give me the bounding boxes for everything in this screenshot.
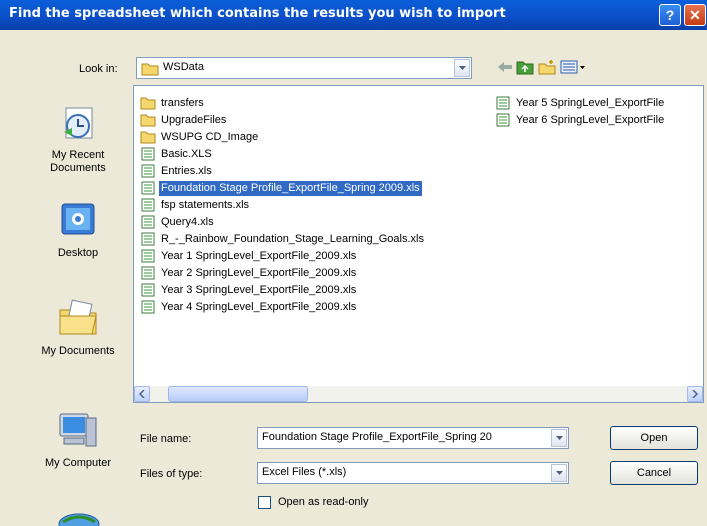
excel-file-icon (141, 198, 155, 212)
places-label: Desktop (57, 247, 99, 259)
look-in-dropdown[interactable]: WSData (136, 57, 472, 79)
places-label: My Computer (44, 457, 112, 469)
list-item[interactable]: R_-_Rainbow_Foundation_Stage_Learning_Go… (140, 231, 426, 247)
list-item[interactable]: Basic.XLS (140, 146, 214, 162)
file-name: R_-_Rainbow_Foundation_Stage_Learning_Go… (161, 232, 424, 245)
close-button[interactable]: ✕ (684, 4, 706, 26)
excel-file-icon (141, 300, 155, 314)
horizontal-scrollbar[interactable] (134, 386, 703, 402)
title-bar: Find the spreadsheet which contains the … (0, 0, 707, 30)
file-name: Basic.XLS (161, 147, 212, 160)
dialog-title: Find the spreadsheet which contains the … (9, 6, 506, 21)
list-item[interactable]: Entries.xls (140, 163, 214, 179)
places-item-my-computer[interactable]: My Computer (33, 410, 123, 470)
file-name: Year 2 SpringLevel_ExportFile_2009.xls (161, 266, 357, 279)
list-item[interactable]: Year 4 SpringLevel_ExportFile_2009.xls (140, 299, 358, 315)
excel-file-icon (141, 283, 155, 297)
back-icon[interactable] (496, 59, 514, 75)
list-item[interactable]: transfers (140, 95, 206, 111)
file-name: Year 5 SpringLevel_ExportFile (516, 96, 665, 109)
views-menu-icon[interactable] (560, 59, 586, 75)
desktop-icon (61, 203, 95, 235)
places-bar: My Recent Documents Desktop My Documents… (33, 92, 123, 526)
network-places-icon (58, 513, 100, 526)
file-name: WSUPG CD_Image (161, 130, 259, 143)
places-label: My Documents (41, 345, 115, 357)
chevron-down-icon[interactable] (551, 464, 567, 482)
excel-file-icon (141, 249, 155, 263)
chevron-right-icon (692, 390, 698, 398)
file-name-input[interactable]: Foundation Stage Profile_ExportFile_Spri… (257, 427, 569, 449)
cancel-button[interactable]: Cancel (610, 461, 698, 485)
file-name: Year 3 SpringLevel_ExportFile_2009.xls (161, 283, 357, 296)
excel-file-icon (141, 215, 155, 229)
excel-file-icon (141, 232, 155, 246)
places-item-recent[interactable]: My Recent Documents (33, 102, 123, 175)
chevron-down-icon[interactable] (551, 429, 567, 447)
scrollbar-thumb[interactable] (168, 386, 308, 402)
look-in-value: WSData (163, 61, 204, 73)
help-icon: ? (665, 7, 675, 23)
places-label: My Recent Documents (50, 149, 106, 174)
recent-documents-icon (64, 107, 93, 139)
places-item-desktop[interactable]: Desktop (33, 200, 123, 260)
read-only-checkbox[interactable] (258, 496, 271, 509)
list-item[interactable]: Query4.xls (140, 214, 216, 230)
file-name: Year 1 SpringLevel_ExportFile_2009.xls (161, 249, 357, 262)
files-of-type-value: Excel Files (*.xls) (262, 466, 347, 478)
folder-icon (141, 63, 159, 76)
help-button[interactable]: ? (659, 4, 681, 26)
places-item-network[interactable] (57, 508, 101, 526)
excel-file-icon (496, 96, 510, 110)
files-of-type-dropdown[interactable]: Excel Files (*.xls) (257, 462, 569, 484)
excel-file-icon (141, 266, 155, 280)
list-item[interactable]: Year 3 SpringLevel_ExportFile_2009.xls (140, 282, 358, 298)
list-item[interactable]: Year 1 SpringLevel_ExportFile_2009.xls (140, 248, 358, 264)
chevron-down-icon[interactable] (454, 59, 470, 77)
my-documents-icon (59, 299, 97, 335)
read-only-label: Open as read-only (278, 496, 369, 508)
file-name: Entries.xls (161, 164, 212, 177)
up-folder-icon[interactable] (516, 59, 534, 75)
new-folder-icon[interactable] (538, 59, 556, 75)
list-item[interactable]: Year 2 SpringLevel_ExportFile_2009.xls (140, 265, 358, 281)
chevron-left-icon (139, 390, 145, 398)
folder-icon (140, 114, 156, 127)
list-item[interactable]: Year 5 SpringLevel_ExportFile (495, 95, 666, 111)
folder-icon (140, 97, 156, 110)
list-item[interactable]: UpgradeFiles (140, 112, 228, 128)
scroll-right-button[interactable] (687, 386, 703, 402)
file-name-value[interactable]: Foundation Stage Profile_ExportFile_Spri… (262, 431, 548, 443)
list-item[interactable]: fsp statements.xls (140, 197, 251, 213)
excel-file-icon (496, 113, 510, 127)
folder-icon (140, 131, 156, 144)
close-icon: ✕ (689, 7, 701, 23)
look-in-label: Look in: (79, 63, 118, 75)
file-list[interactable]: transfers UpgradeFiles WSUPG CD_Image Ba… (133, 85, 704, 403)
files-of-type-label: Files of type: (140, 468, 203, 480)
file-name: UpgradeFiles (161, 113, 227, 126)
places-item-my-documents[interactable]: My Documents (33, 298, 123, 358)
list-item-selected[interactable]: Foundation Stage Profile_ExportFile_Spri… (140, 180, 422, 196)
file-name: Foundation Stage Profile_ExportFile_Spri… (159, 180, 422, 196)
file-name: transfers (161, 96, 204, 109)
list-item[interactable]: WSUPG CD_Image (140, 129, 260, 145)
excel-file-icon (141, 181, 155, 195)
file-name-label: File name: (140, 433, 192, 445)
file-name: Query4.xls (161, 215, 214, 228)
my-computer-icon (59, 413, 97, 447)
open-button[interactable]: Open (610, 426, 698, 450)
excel-file-icon (141, 147, 155, 161)
file-name: fsp statements.xls (161, 198, 250, 211)
scroll-left-button[interactable] (134, 386, 150, 402)
excel-file-icon (141, 164, 155, 178)
list-item[interactable]: Year 6 SpringLevel_ExportFile (495, 112, 666, 128)
file-name: Year 4 SpringLevel_ExportFile_2009.xls (161, 300, 357, 313)
file-name: Year 6 SpringLevel_ExportFile (516, 113, 665, 126)
